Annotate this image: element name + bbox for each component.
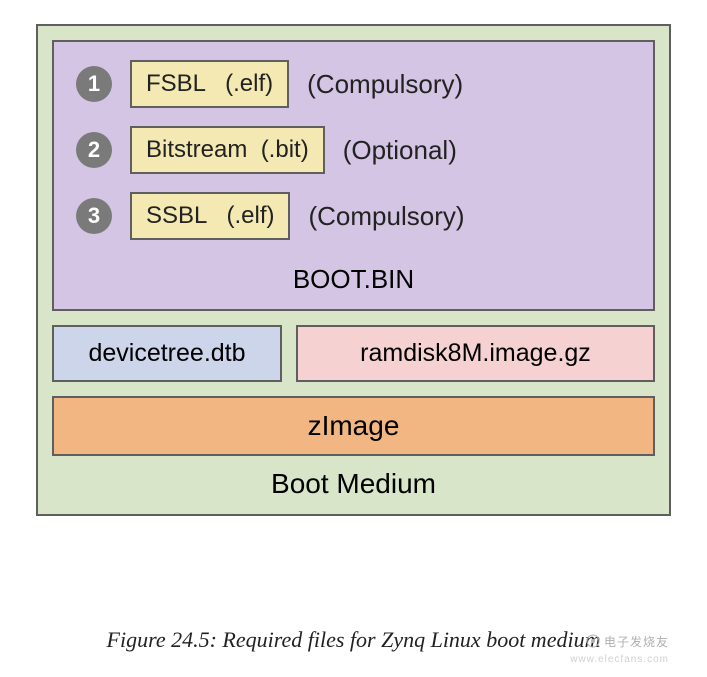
step-badge-3: 3: [76, 198, 112, 234]
note-ssbl: (Compulsory): [308, 201, 464, 232]
bootbin-row: 2 Bitstream (.bit) (Optional): [76, 126, 631, 174]
step-badge-1: 1: [76, 66, 112, 102]
boot-medium-container: 1 FSBL (.elf) (Compulsory) 2 Bitstream (…: [36, 24, 671, 516]
bootbin-label: BOOT.BIN: [76, 258, 631, 301]
file-devicetree: devicetree.dtb: [52, 325, 282, 382]
boot-medium-label: Boot Medium: [52, 456, 655, 514]
file-ssbl: SSBL (.elf): [130, 192, 290, 240]
watermark-top-text: 电子发烧友: [604, 635, 669, 649]
file-bitstream: Bitstream (.bit): [130, 126, 325, 174]
bootbin-row: 3 SSBL (.elf) (Compulsory): [76, 192, 631, 240]
mid-row: devicetree.dtb ramdisk8M.image.gz: [52, 325, 655, 382]
file-zimage: zImage: [52, 396, 655, 456]
note-fsbl: (Compulsory): [307, 69, 463, 100]
bootbin-container: 1 FSBL (.elf) (Compulsory) 2 Bitstream (…: [52, 40, 655, 311]
bootbin-row: 1 FSBL (.elf) (Compulsory): [76, 60, 631, 108]
note-bitstream: (Optional): [343, 135, 457, 166]
file-fsbl: FSBL (.elf): [130, 60, 289, 108]
file-ramdisk: ramdisk8M.image.gz: [296, 325, 655, 382]
watermark-bottom: www.elecfans.com: [570, 654, 669, 665]
watermark-top: 电子发烧友: [586, 633, 669, 651]
step-badge-2: 2: [76, 132, 112, 168]
watermark-icon: [586, 634, 600, 651]
